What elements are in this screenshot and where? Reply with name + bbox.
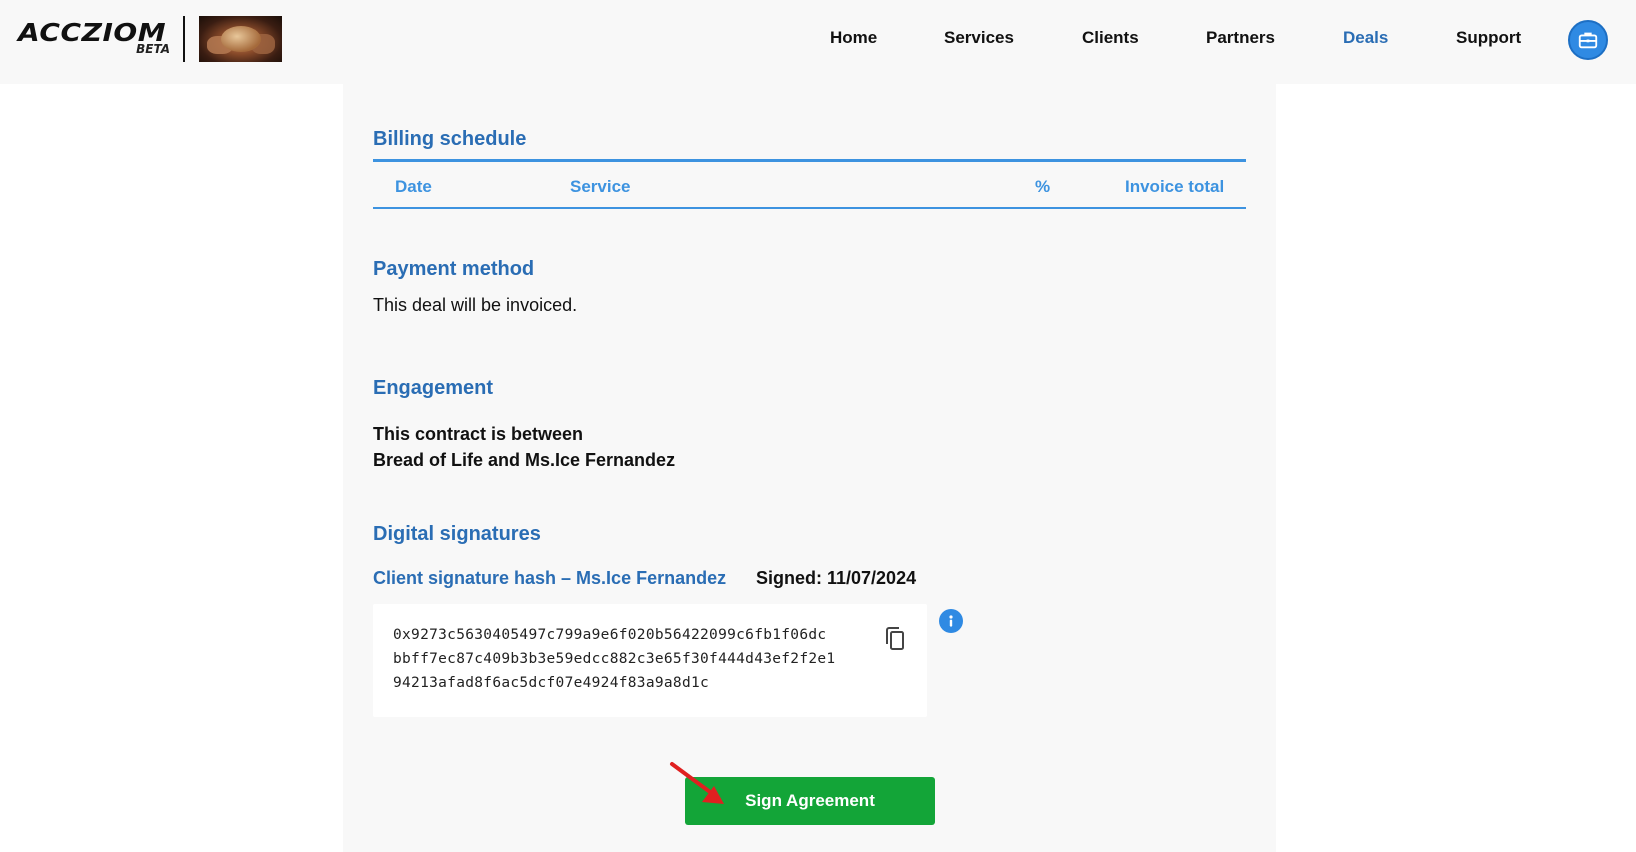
digital-signatures-title: Digital signatures <box>373 523 541 545</box>
nav-home[interactable]: Home <box>830 28 877 48</box>
col-invoice-total: Invoice total <box>1125 177 1225 196</box>
nav-partners[interactable]: Partners <box>1206 28 1275 48</box>
hash-line-1: 0x9273c5630405497c799a9e6f020b56422099c6… <box>393 627 827 643</box>
briefcase-icon <box>1578 32 1598 49</box>
logo-wordmark: ACCZIOM BETA <box>18 16 170 62</box>
info-button[interactable] <box>939 609 963 633</box>
col-date: Date <box>395 177 432 196</box>
logo-image <box>199 16 282 62</box>
nav-services[interactable]: Services <box>944 28 1014 48</box>
payment-method-title: Payment method <box>373 258 535 280</box>
table-top-divider <box>373 159 1246 162</box>
col-percent: % <box>1035 177 1051 196</box>
nav-support[interactable]: Support <box>1456 28 1521 48</box>
hash-line-2: bbff7ec87c409b3b3e59edcc882c3e65f30f444d… <box>393 651 836 667</box>
logo-badge: BETA <box>136 42 170 56</box>
nav-deals[interactable]: Deals <box>1343 28 1388 48</box>
info-icon <box>949 615 953 627</box>
hash-line-3: 94213afad8f6ac5dcf07e4924f83a9a8d1c <box>393 675 710 691</box>
logo[interactable]: ACCZIOM BETA <box>18 16 282 62</box>
col-service: Service <box>570 177 631 196</box>
engagement-title: Engagement <box>373 377 494 399</box>
engagement-line-2: Bread of Life and Ms.Ice Fernandez <box>373 450 676 470</box>
logo-divider <box>183 16 185 62</box>
copy-button[interactable] <box>883 626 907 652</box>
payment-method-text: This deal will be invoiced. <box>373 295 578 315</box>
deal-detail-panel: Billing schedule Date Service % Invoice … <box>343 84 1276 852</box>
table-bottom-divider <box>373 207 1246 209</box>
signature-hash-box[interactable]: 0x9273c5630405497c799a9e6f020b56422099c6… <box>373 604 927 717</box>
top-navigation-bar: ACCZIOM BETA Home Services Clients Partn… <box>0 0 1636 84</box>
billing-schedule-title: Billing schedule <box>373 128 527 150</box>
nav-clients[interactable]: Clients <box>1082 28 1139 48</box>
engagement-line-1: This contract is between <box>373 424 584 444</box>
client-signature-label: Client signature hash – Ms.Ice Fernandez <box>373 568 727 588</box>
copy-icon <box>886 627 904 650</box>
annotation-arrow-icon <box>670 762 724 804</box>
user-menu-button[interactable] <box>1568 20 1608 60</box>
signed-date: Signed: 11/07/2024 <box>756 568 917 588</box>
